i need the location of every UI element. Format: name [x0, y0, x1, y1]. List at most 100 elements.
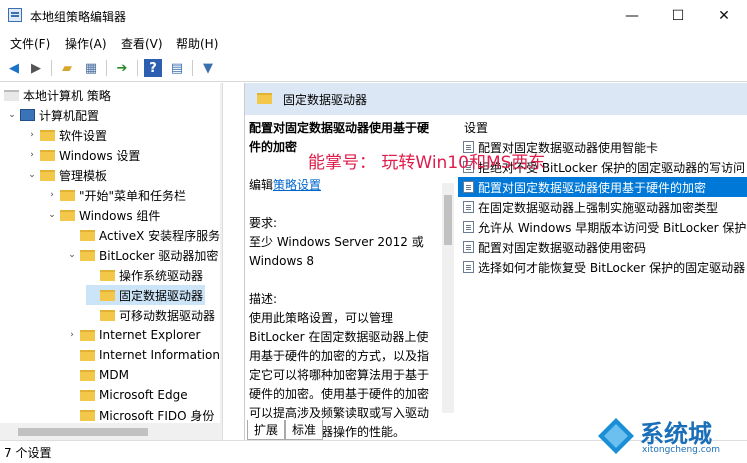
tree-item-activex[interactable]: ActiveX 安装程序服务	[66, 225, 220, 245]
tree-vertical-scrollbar[interactable]	[220, 83, 222, 423]
tree-item-fido[interactable]: Microsoft FIDO 身份	[66, 405, 214, 425]
tab-standard[interactable]: 标准	[285, 420, 324, 440]
maximize-button[interactable]: ☐	[655, 0, 701, 31]
site-logo: 系统城 xitongcheng.com	[596, 412, 746, 460]
tree-label: 本地计算机 策略	[23, 88, 111, 103]
tree-item-windows-components[interactable]: ⌄ Windows 组件	[46, 205, 160, 225]
policy-setting-icon	[463, 221, 474, 233]
folder-icon	[40, 149, 55, 161]
tree-label: MDM	[99, 368, 129, 382]
tree-item-start-menu[interactable]: › "开始"菜单和任务栏	[46, 185, 186, 205]
requirements-label: 要求:	[249, 216, 278, 230]
menu-help[interactable]: 帮助(H)	[176, 35, 218, 52]
toolbar-separator	[106, 60, 107, 76]
title-bar: 本地组策略编辑器 — ☐ ✕	[0, 0, 747, 31]
tree-item-bitlocker[interactable]: ⌄ BitLocker 驱动器加密	[66, 245, 218, 265]
description-label: 描述:	[249, 292, 278, 306]
help-icon[interactable]: ?	[144, 59, 162, 77]
window-title: 本地组策略编辑器	[30, 10, 127, 24]
tree-item-software-settings[interactable]: › 软件设置	[26, 125, 107, 145]
tree-item-iis[interactable]: Internet Information	[66, 345, 220, 365]
tree-item-removable-drives[interactable]: 可移动数据驱动器	[86, 305, 215, 325]
chevron-down-icon[interactable]: ⌄	[26, 170, 38, 180]
tree-label: 软件设置	[59, 128, 108, 143]
chevron-down-icon[interactable]: ⌄	[6, 110, 18, 120]
policy-setting-icon	[463, 261, 474, 273]
folder-icon	[60, 209, 75, 221]
details-pane: 固定数据驱动器 配置对固定数据驱动器使用基于硬件的加密 编辑策略设置 要求: 至…	[244, 83, 747, 440]
list-item-selected[interactable]: 配置对固定数据驱动器使用基于硬件的加密	[458, 177, 747, 197]
app-icon	[8, 8, 22, 22]
chevron-right-icon[interactable]: ›	[66, 330, 78, 340]
tree-pane: 本地计算机 策略 ⌄ 计算机配置 › 软件设置 › Windows 设置 ⌄ 管理模板 …	[0, 83, 223, 440]
tree-label: Microsoft Edge	[99, 388, 188, 402]
filter-icon[interactable]: ▼	[199, 59, 217, 77]
folder-icon	[100, 269, 115, 281]
forward-icon[interactable]: ▶	[27, 59, 45, 77]
tree-item-os-drives[interactable]: 操作系统驱动器	[86, 265, 203, 285]
tree-label: BitLocker 驱动器加密	[99, 248, 219, 263]
properties-icon[interactable]: ▤	[168, 59, 186, 77]
menu-file[interactable]: 文件(F)	[10, 35, 50, 52]
tab-extended[interactable]: 扩展	[247, 420, 286, 440]
policy-setting-icon	[463, 201, 474, 213]
tree-horizontal-scrollbar[interactable]	[0, 423, 222, 440]
toolbar-separator	[51, 60, 52, 76]
list-item[interactable]: 在固定数据驱动器上强制实施驱动器加密类型	[458, 197, 747, 217]
folder-icon	[80, 229, 95, 241]
show-hide-tree-icon[interactable]: ▦	[82, 59, 100, 77]
computer-icon	[20, 109, 35, 121]
logo-name: 系统城	[640, 420, 712, 448]
close-button[interactable]: ✕	[701, 0, 747, 31]
edit-policy-link[interactable]: 策略设置	[273, 178, 321, 192]
up-folder-icon[interactable]: ▰	[58, 59, 76, 77]
list-item[interactable]: 配置对固定数据驱动器使用密码	[458, 237, 747, 257]
list-item[interactable]: 选择如何才能恢复受 BitLocker 保护的固定驱动器	[458, 257, 747, 277]
tree-item-ie[interactable]: › Internet Explorer	[66, 325, 200, 345]
tree-item-windows-settings[interactable]: › Windows 设置	[26, 145, 140, 165]
folder-icon	[100, 309, 115, 321]
settings-column-header[interactable]: 设置	[458, 117, 747, 137]
chevron-down-icon[interactable]: ⌄	[66, 250, 78, 260]
logo-mark-icon	[598, 418, 634, 454]
tree-label: Microsoft FIDO 身份	[99, 408, 215, 423]
tree-item-mdm[interactable]: MDM	[66, 365, 129, 385]
folder-icon	[257, 93, 272, 104]
menu-view[interactable]: 查看(V)	[121, 35, 163, 52]
tree-label: 管理模板	[59, 168, 108, 183]
tree-label: Windows 设置	[59, 148, 141, 163]
chevron-right-icon[interactable]: ›	[26, 150, 38, 160]
menu-action[interactable]: 操作(A)	[65, 35, 107, 52]
tree-item-admin-templates[interactable]: ⌄ 管理模板	[26, 165, 107, 185]
policy-icon	[4, 89, 19, 101]
scroll-thumb[interactable]	[18, 428, 148, 436]
details-header: 固定数据驱动器	[245, 83, 747, 115]
chevron-down-icon[interactable]: ⌄	[46, 210, 58, 220]
policy-setting-icon	[463, 241, 474, 253]
tree-label: 固定数据驱动器	[119, 288, 204, 303]
minimize-button[interactable]: —	[609, 0, 655, 31]
tree-item-edge[interactable]: Microsoft Edge	[66, 385, 188, 405]
list-item[interactable]: 允许从 Windows 早期版本访问受 BitLocker 保护	[458, 217, 747, 237]
tree-label: 可移动数据驱动器	[119, 308, 216, 323]
chevron-right-icon[interactable]: ›	[46, 190, 58, 200]
edit-policy-line: 编辑策略设置	[249, 178, 322, 192]
menu-bar: 文件(F) 操作(A) 查看(V) 帮助(H)	[0, 32, 747, 54]
back-icon[interactable]: ◀	[5, 59, 23, 77]
tree-label: ActiveX 安装程序服务	[99, 228, 221, 243]
tree-item-fixed-drives[interactable]: 固定数据驱动器	[86, 285, 206, 305]
description-scrollbar[interactable]	[442, 183, 454, 413]
tree-label: Windows 组件	[79, 208, 161, 223]
policy-setting-icon	[463, 181, 474, 193]
folder-icon	[80, 389, 95, 401]
toolbar: ◀ ▶ ▰ ▦ ➔ ? ▤ ▼	[0, 55, 747, 82]
tree-item-computer-config[interactable]: ⌄ 计算机配置	[6, 105, 99, 125]
open-folder-icon	[100, 289, 115, 301]
tree-label: "开始"菜单和任务栏	[79, 188, 187, 203]
export-icon[interactable]: ➔	[113, 59, 131, 77]
folder-icon	[80, 349, 95, 361]
folder-icon	[40, 129, 55, 141]
chevron-right-icon[interactable]: ›	[26, 130, 38, 140]
scroll-thumb[interactable]	[444, 195, 452, 245]
tree-item-root[interactable]: 本地计算机 策略	[4, 85, 111, 105]
